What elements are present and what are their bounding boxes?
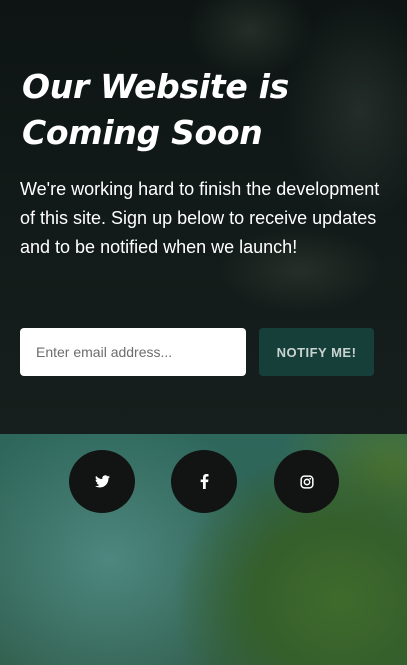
coming-soon-page: Our Website is Coming Soon We're working… (0, 0, 407, 665)
twitter-icon (94, 475, 110, 488)
notify-me-button[interactable]: NOTIFY ME! (259, 328, 374, 376)
page-title: Our Website is Coming Soon (22, 67, 289, 152)
instagram-link[interactable] (274, 450, 339, 513)
email-input[interactable] (20, 328, 246, 376)
hero-section: Our Website is Coming Soon We're working… (0, 0, 407, 434)
twitter-link[interactable] (69, 450, 135, 513)
instagram-icon (299, 474, 314, 489)
facebook-link[interactable] (171, 450, 237, 513)
hero-description: We're working hard to finish the develop… (20, 179, 380, 257)
facebook-icon (200, 474, 209, 489)
